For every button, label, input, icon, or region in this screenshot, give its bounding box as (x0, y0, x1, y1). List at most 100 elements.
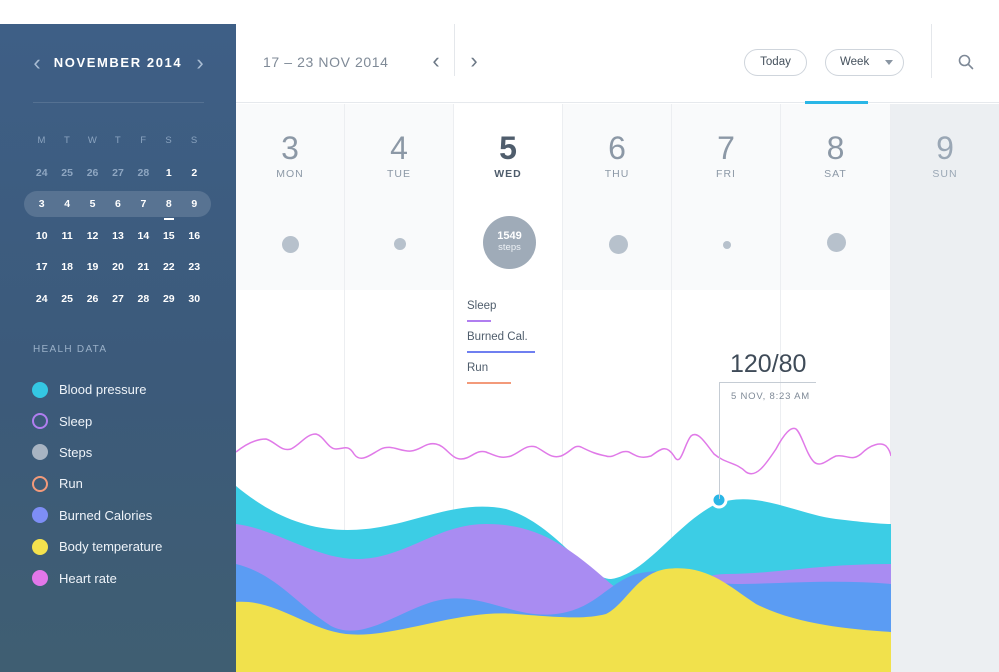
header-divider (931, 24, 932, 78)
health-item[interactable]: Body temperature (32, 531, 162, 562)
active-day-indicator (805, 101, 868, 104)
sidebar: ‹ NOVEMBER 2014 › M T W T F S S 24 25 26 27… (0, 24, 236, 672)
heart-rate-line (236, 427, 891, 475)
tooltip-timestamp: 5 NOV, 8:23 AM (731, 391, 810, 402)
steps-unit: steps (498, 242, 521, 253)
weekday-label: M (37, 135, 46, 146)
date-range: 17 – 23 NOV 2014 (263, 54, 389, 70)
weekday-label: W (87, 135, 98, 146)
tooltip-value: 120/80 (730, 350, 807, 378)
search-icon[interactable] (958, 54, 974, 70)
day-of-week: SUN (932, 168, 958, 180)
calendar-day[interactable]: 27 (105, 160, 130, 192)
mini-calendar: M T W T F S S 24 25 26 27 28 1 2 3 4 5 6 7 8 9 10 11 12 1… (24, 128, 211, 318)
day-metric-item[interactable]: Run (467, 362, 528, 393)
calendar-day[interactable]: 5 (80, 191, 105, 223)
health-item[interactable]: Sleep (32, 405, 162, 436)
week-select[interactable]: Week (825, 49, 904, 76)
burned-calories-dot-icon (32, 507, 48, 524)
previous-week-chevron-icon[interactable]: ‹ (426, 50, 446, 74)
day-metric-item[interactable]: Sleep (467, 300, 528, 331)
calendar-day[interactable]: 23 (182, 254, 207, 286)
health-data-list: Blood pressure Sleep Steps Run Burned Calori… (32, 374, 162, 594)
health-item[interactable]: Heart rate (32, 562, 162, 593)
health-item-label: Steps (59, 444, 93, 460)
calendar-day[interactable]: 30 (182, 286, 207, 318)
calendar-week[interactable]: 10 11 12 13 14 15 16 (29, 223, 207, 255)
calendar-day[interactable]: 9 (182, 191, 207, 223)
top-header: 17 – 23 NOV 2014 ‹ › Today Week (236, 24, 999, 103)
calendar-day[interactable]: 24 (29, 160, 54, 192)
calendar-week[interactable]: 24 25 26 27 28 29 30 (29, 286, 207, 318)
calendar-day[interactable]: 14 (131, 223, 156, 255)
calendar-day[interactable]: 26 (80, 286, 105, 318)
calendar-day[interactable]: 20 (105, 254, 130, 286)
blood-pressure-dot-icon (32, 381, 48, 398)
calendar-day[interactable]: 3 (29, 191, 54, 223)
health-item[interactable]: Run (32, 468, 162, 499)
steps-value: 1549 (497, 230, 522, 242)
weekday-label: F (140, 135, 147, 146)
calendar-day[interactable]: 18 (54, 254, 79, 286)
calendar-day[interactable]: 1 (156, 160, 181, 192)
calendar-week-selected[interactable]: 3456789 (24, 191, 211, 223)
calendar-weekday-header: M T W T F S S (29, 128, 207, 160)
calendar-day[interactable]: 19 (80, 254, 105, 286)
calendar-day[interactable]: 28 (131, 160, 156, 192)
health-item[interactable]: Burned Calories (32, 500, 162, 531)
caret-down-icon (885, 60, 893, 65)
calendar-day[interactable]: 2 (182, 160, 207, 192)
health-item[interactable]: Steps (32, 437, 162, 468)
calendar-day[interactable]: 13 (105, 223, 130, 255)
calendar-day[interactable]: 22 (156, 254, 181, 286)
day-metrics-legend: Sleep Burned Cal. Run (467, 300, 535, 393)
steps-dot-icon (32, 444, 48, 461)
calendar-day[interactable]: 27 (105, 286, 130, 318)
calendar-day[interactable]: 10 (29, 223, 54, 255)
day-metric-underline (467, 382, 511, 384)
day-metric-underline (467, 351, 535, 353)
steps-dot[interactable] (827, 233, 846, 252)
calendar-day[interactable]: 12 (80, 223, 105, 255)
day-metric-label: Run (467, 362, 489, 374)
calendar-day[interactable]: 28 (131, 286, 156, 318)
steps-dot[interactable] (394, 238, 406, 250)
next-week-chevron-icon[interactable]: › (464, 50, 484, 74)
calendar-day[interactable]: 7 (131, 191, 156, 223)
steps-bubble[interactable]: 1549 steps (483, 216, 536, 269)
calendar-day[interactable]: 15 (156, 223, 181, 255)
calendar-day[interactable]: 17 (29, 254, 54, 286)
calendar-day[interactable]: 4 (54, 191, 79, 223)
heart-rate-dot-icon (32, 570, 48, 587)
calendar-week[interactable]: 17 18 19 20 21 22 23 (29, 254, 207, 286)
week-select-label: Week (840, 56, 870, 68)
health-item[interactable]: Blood pressure (32, 374, 162, 405)
steps-dot[interactable] (609, 235, 628, 254)
day-metric-label: Burned Cal. (467, 331, 528, 343)
steps-dot[interactable] (723, 241, 731, 249)
health-item-label: Run (59, 476, 83, 492)
day-metric-item[interactable]: Burned Cal. (467, 331, 535, 362)
run-ring-icon (32, 475, 48, 492)
calendar-week[interactable]: 24 25 26 27 28 1 2 (29, 160, 207, 192)
calendar-weeks: 24 25 26 27 28 1 2 3 4 5 6 7 8 9 10 11 12 13 14 15 16 17 18 19 2… (24, 160, 211, 318)
calendar-day[interactable]: 21 (131, 254, 156, 286)
today-button[interactable]: Today (744, 49, 807, 76)
day-column[interactable]: 9 SUN (891, 104, 999, 672)
body-temperature-dot-icon (32, 538, 48, 555)
calendar-day[interactable]: 25 (54, 286, 79, 318)
weekday-label: T (63, 135, 71, 146)
calendar-day[interactable]: 8 (156, 191, 181, 223)
steps-dot[interactable] (282, 236, 299, 253)
health-item-label: Burned Calories (59, 507, 153, 523)
calendar-day[interactable]: 11 (54, 223, 79, 255)
calendar-day[interactable]: 16 (182, 223, 207, 255)
calendar-day[interactable]: 24 (29, 286, 54, 318)
sidebar-divider (33, 102, 204, 103)
header-divider (454, 24, 455, 76)
next-month-chevron-icon[interactable]: › (190, 52, 210, 76)
calendar-day[interactable]: 25 (54, 160, 79, 192)
calendar-day[interactable]: 6 (105, 191, 130, 223)
calendar-day[interactable]: 26 (80, 160, 105, 192)
calendar-day[interactable]: 29 (156, 286, 181, 318)
